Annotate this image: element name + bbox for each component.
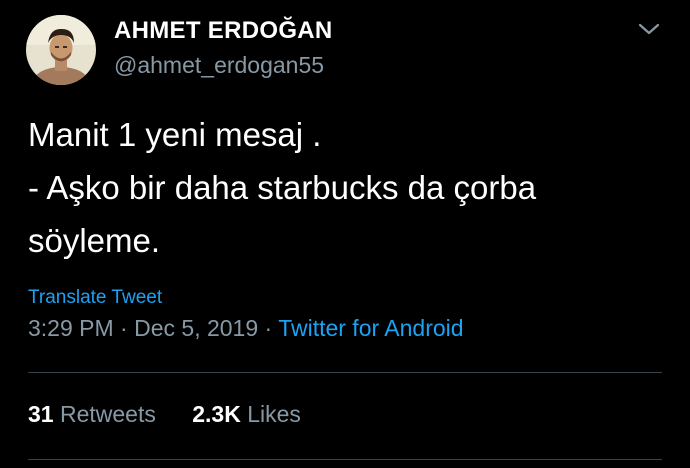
divider	[28, 459, 662, 460]
divider	[28, 372, 662, 373]
tweet-line: söyleme.	[28, 222, 161, 259]
retweets-label: Retweets	[59, 401, 156, 427]
tweet-source-link[interactable]: Twitter for Android	[278, 315, 463, 341]
tweet-time[interactable]: 3:29 PM	[28, 315, 114, 341]
likes-label: Likes	[247, 401, 301, 427]
meta-separator: ·	[264, 315, 273, 341]
likes-stat[interactable]: 2.3K Likes	[192, 401, 301, 427]
author-handle[interactable]: @ahmet_erdogan55	[114, 52, 324, 79]
tweet-date[interactable]: Dec 5, 2019	[134, 315, 258, 341]
tweet-meta: 3:29 PM · Dec 5, 2019 · Twitter for Andr…	[28, 315, 464, 342]
tweet-line: - Aşko bir daha starbucks da çorba	[28, 169, 537, 206]
chevron-down-icon[interactable]	[636, 20, 662, 38]
tweet-text: Manit 1 yeni mesaj . - Aşko bir daha sta…	[28, 108, 668, 267]
author-display-name[interactable]: AHMET ERDOĞAN	[114, 17, 333, 45]
likes-count: 2.3K	[192, 401, 241, 427]
tweet-stats: 31 Retweets 2.3K Likes	[28, 401, 301, 428]
meta-separator: ·	[120, 315, 128, 341]
translate-tweet-link[interactable]: Translate Tweet	[28, 287, 162, 309]
avatar-photo	[26, 15, 96, 85]
avatar[interactable]	[26, 15, 96, 85]
tweet-line: Manit 1 yeni mesaj .	[28, 116, 322, 153]
retweets-count: 31	[28, 401, 54, 427]
retweets-stat[interactable]: 31 Retweets	[28, 401, 156, 427]
